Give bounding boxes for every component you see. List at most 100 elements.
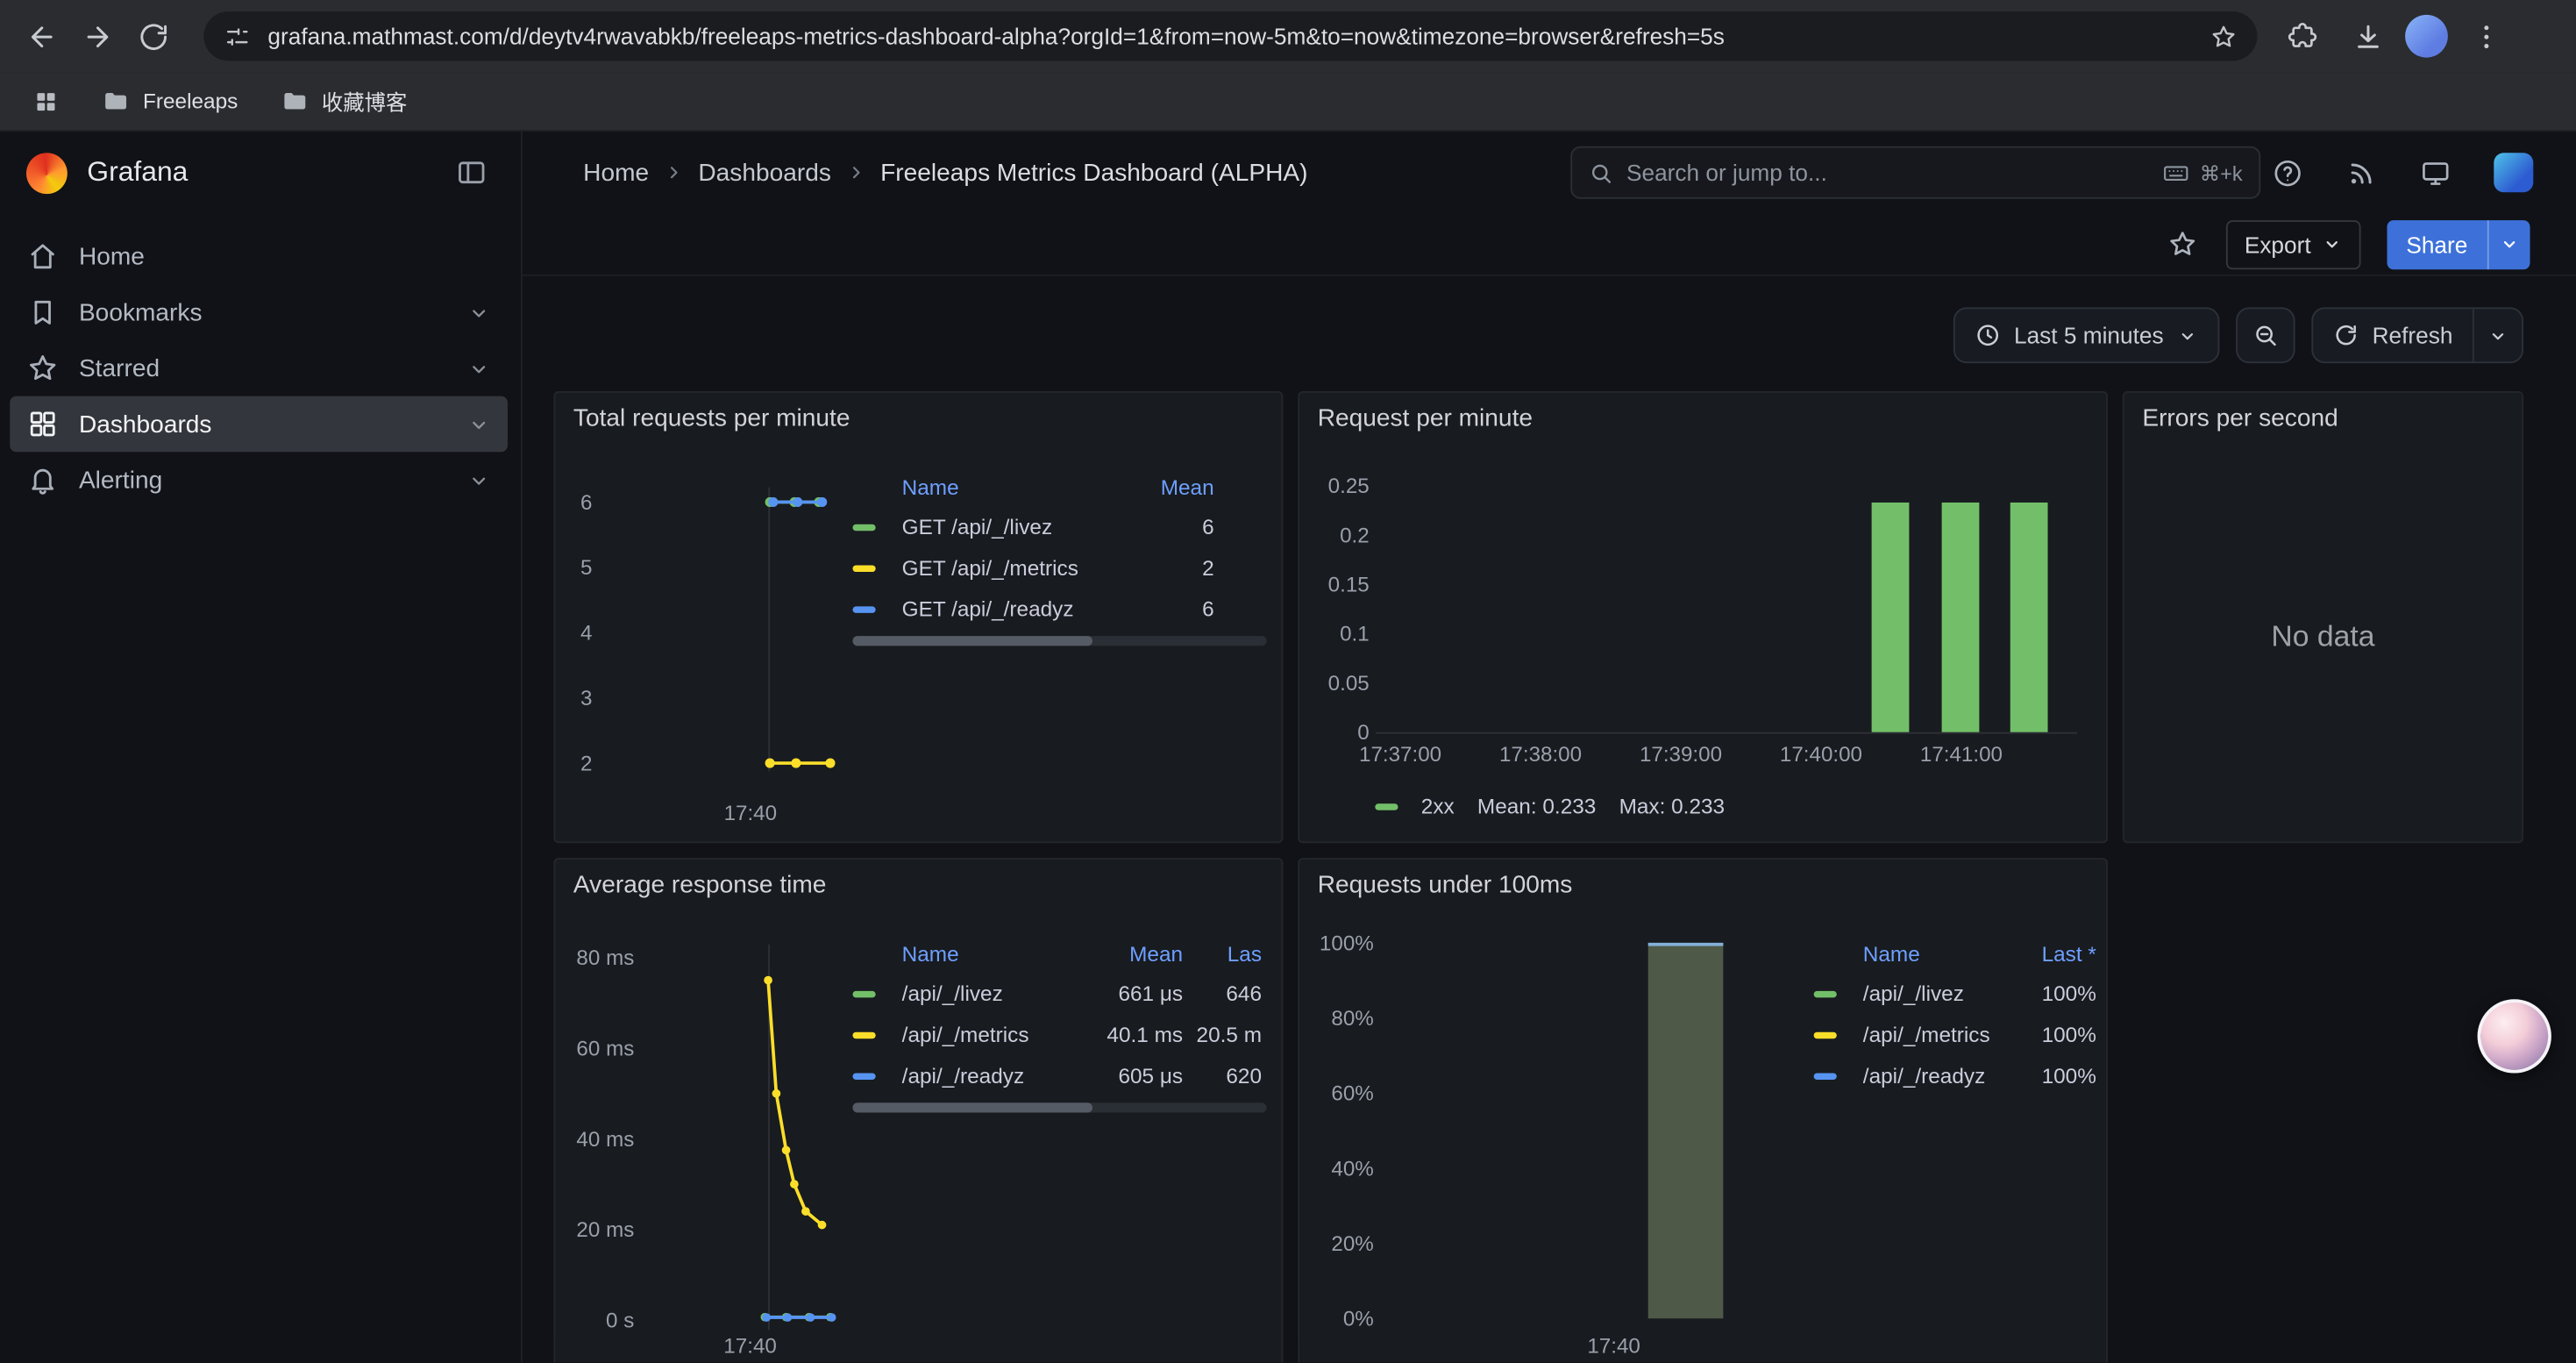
user-avatar[interactable] bbox=[2494, 153, 2533, 192]
brand-name: Grafana bbox=[87, 156, 435, 189]
legend-scrollbar[interactable] bbox=[852, 1103, 1266, 1112]
bar-chart: 0.250.20.150.10.05017:37:0017:38:0017:39… bbox=[1299, 393, 2106, 842]
chart-legend[interactable]: 2xxMean: 0.233Max: 0.233 bbox=[1375, 794, 1725, 818]
forward-button[interactable] bbox=[69, 8, 125, 64]
url-bar[interactable]: grafana.mathmast.com/d/deytv4rwavabkb/fr… bbox=[203, 11, 2257, 61]
legend-row[interactable]: GET /api/_/readyz6 bbox=[852, 589, 1213, 630]
svg-text:40%: 40% bbox=[1331, 1157, 1373, 1181]
downloads-icon[interactable] bbox=[2339, 8, 2395, 64]
chevron-right-icon bbox=[662, 161, 685, 184]
legend-row[interactable]: /api/_/livez100% bbox=[1814, 973, 2096, 1014]
refresh-button[interactable]: Refresh bbox=[2311, 307, 2523, 363]
share-menu-chevron-icon[interactable] bbox=[2487, 219, 2530, 268]
legend-row[interactable]: /api/_/livez661 μs646 bbox=[852, 973, 1268, 1014]
svg-text:17:40: 17:40 bbox=[724, 802, 777, 825]
legend-header-row: NameMeanLas bbox=[852, 933, 1268, 973]
series-color-chip bbox=[852, 990, 875, 996]
bookmark-item[interactable]: 收藏博客 bbox=[267, 79, 420, 124]
svg-text:100%: 100% bbox=[1320, 931, 1374, 955]
legend-row[interactable]: /api/_/metrics40.1 ms20.5 m bbox=[852, 1014, 1268, 1055]
series-color-chip bbox=[852, 565, 875, 571]
rss-icon[interactable] bbox=[2346, 156, 2379, 189]
back-button[interactable] bbox=[13, 8, 69, 64]
search-shortcut: ⌘+k bbox=[2162, 159, 2243, 187]
breadcrumb-item[interactable]: Home bbox=[583, 159, 649, 187]
series-color-chip bbox=[852, 524, 875, 530]
grafana-sidebar: Grafana HomeBookmarksStarredDashboardsAl… bbox=[0, 132, 523, 1362]
bell-icon bbox=[26, 463, 59, 496]
svg-text:17:41:00: 17:41:00 bbox=[1920, 743, 2003, 767]
monitor-icon[interactable] bbox=[2420, 156, 2452, 189]
main-area: Home Dashboards Freeleaps Metrics Dashboar… bbox=[523, 132, 2576, 1362]
sidebar-item-alerting[interactable]: Alerting bbox=[10, 452, 508, 508]
legend-row[interactable]: /api/_/metrics100% bbox=[1814, 1014, 2096, 1055]
svg-text:5: 5 bbox=[580, 556, 592, 580]
series-color-chip bbox=[1814, 1031, 1837, 1038]
svg-text:80%: 80% bbox=[1331, 1007, 1373, 1031]
clock-icon bbox=[1975, 322, 2001, 348]
svg-text:0.05: 0.05 bbox=[1328, 672, 1370, 696]
sidebar-item-bookmarks[interactable]: Bookmarks bbox=[10, 284, 508, 340]
series-color-chip bbox=[1814, 1073, 1837, 1079]
grafana-logo-icon bbox=[26, 152, 68, 193]
dock-sidebar-icon[interactable] bbox=[455, 153, 495, 192]
site-settings-icon[interactable] bbox=[224, 22, 252, 50]
zoom-out-time-icon[interactable] bbox=[2236, 307, 2295, 363]
header-icons bbox=[2272, 132, 2533, 214]
share-button[interactable]: Share bbox=[2387, 219, 2530, 268]
series-color-chip bbox=[852, 1073, 875, 1079]
sidebar-item-dashboards[interactable]: Dashboards bbox=[10, 396, 508, 453]
svg-text:6: 6 bbox=[580, 491, 592, 515]
panel-request-per-minute: Request per minute 0.250.20.150.10.05017… bbox=[1298, 391, 2108, 843]
sidebar-item-home[interactable]: Home bbox=[10, 228, 508, 284]
export-button[interactable]: Export bbox=[2226, 219, 2360, 268]
legend-row[interactable]: /api/_/readyz100% bbox=[1814, 1055, 2096, 1096]
keyboard-icon bbox=[2162, 159, 2190, 187]
time-range-picker[interactable]: Last 5 minutes bbox=[1953, 307, 2220, 363]
search-icon bbox=[1589, 161, 1613, 185]
bookmark-item[interactable]: Freeleaps bbox=[89, 81, 251, 122]
legend-scrollbar[interactable] bbox=[852, 636, 1266, 646]
sidebar-item-starred[interactable]: Starred bbox=[10, 340, 508, 396]
bookmarks-bar: Freeleaps 收藏博客 bbox=[0, 72, 2576, 131]
chevron-down-icon bbox=[2321, 233, 2342, 254]
favorite-star-icon[interactable] bbox=[2167, 228, 2200, 260]
reload-button[interactable] bbox=[125, 8, 181, 64]
chevron-down-icon[interactable] bbox=[466, 467, 491, 492]
chevron-down-icon[interactable] bbox=[466, 411, 491, 436]
svg-text:4: 4 bbox=[580, 622, 592, 646]
series-color-chip bbox=[852, 1031, 875, 1038]
toolbar-right-cluster bbox=[2274, 8, 2514, 64]
bookmark-star-icon[interactable] bbox=[2210, 22, 2238, 50]
legend-row[interactable]: GET /api/_/livez6 bbox=[852, 506, 1213, 547]
svg-text:80 ms: 80 ms bbox=[576, 946, 634, 970]
chevron-down-icon[interactable] bbox=[466, 356, 491, 381]
svg-text:17:40: 17:40 bbox=[1587, 1334, 1640, 1358]
breadcrumb: Home Dashboards Freeleaps Metrics Dashboar… bbox=[583, 159, 1307, 187]
sidebar-nav: HomeBookmarksStarredDashboardsAlerting bbox=[0, 220, 521, 508]
svg-text:17:40:00: 17:40:00 bbox=[1780, 743, 1862, 767]
browser-profile-avatar[interactable] bbox=[2405, 15, 2448, 58]
series-color-chip bbox=[852, 605, 875, 611]
legend-row[interactable]: /api/_/readyz605 μs620 bbox=[852, 1055, 1268, 1096]
breadcrumb-item[interactable]: Dashboards bbox=[698, 159, 831, 187]
svg-text:2: 2 bbox=[580, 752, 592, 775]
search-input[interactable]: Search or jump to... ⌘+k bbox=[1570, 146, 2260, 199]
series-color-chip bbox=[1375, 803, 1398, 809]
chevron-down-icon[interactable] bbox=[466, 300, 491, 325]
search-placeholder: Search or jump to... bbox=[1626, 160, 2149, 186]
time-controls-bar: Last 5 minutes Refresh bbox=[523, 307, 2576, 363]
svg-text:20%: 20% bbox=[1331, 1232, 1373, 1256]
svg-text:17:37:00: 17:37:00 bbox=[1359, 743, 1441, 767]
home-icon bbox=[26, 240, 59, 273]
refresh-interval-chevron-icon[interactable] bbox=[2473, 309, 2522, 361]
legend-row[interactable]: GET /api/_/metrics2 bbox=[852, 547, 1213, 589]
apps-grid-icon[interactable] bbox=[23, 78, 68, 124]
browser-menu-icon[interactable] bbox=[2458, 8, 2514, 64]
breadcrumb-item: Freeleaps Metrics Dashboard (ALPHA) bbox=[880, 159, 1307, 187]
chevron-right-icon bbox=[844, 161, 867, 184]
help-icon[interactable] bbox=[2272, 156, 2304, 189]
extensions-icon[interactable] bbox=[2274, 8, 2330, 64]
assistant-avatar[interactable] bbox=[2478, 999, 2551, 1073]
svg-text:60 ms: 60 ms bbox=[576, 1037, 634, 1060]
